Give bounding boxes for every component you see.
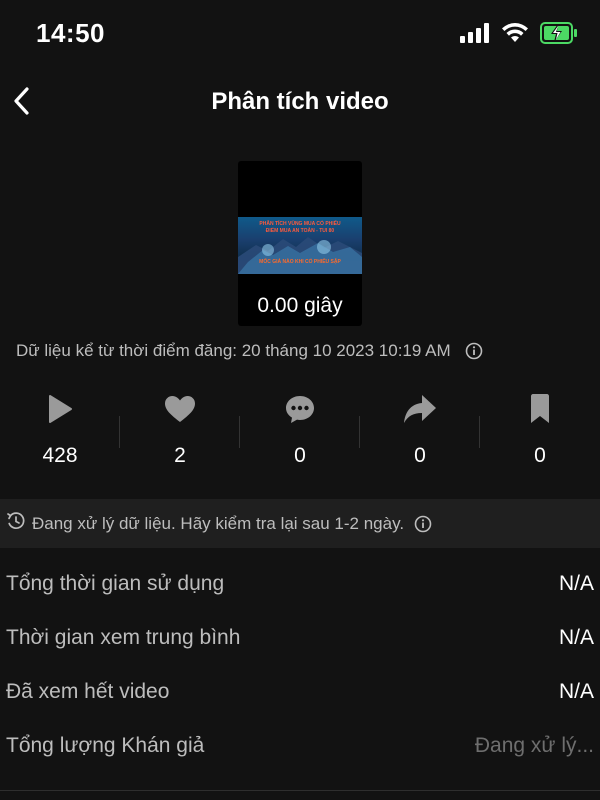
stat-value: 0 — [534, 444, 546, 467]
divider — [0, 790, 600, 791]
video-thumbnail[interactable]: PHÂN TÍCH VÙNG MUA CỔ PHIẾU ĐIỂM MUA AN … — [238, 161, 362, 326]
status-icons — [460, 22, 578, 49]
metric-label: Đã xem hết video — [6, 680, 170, 703]
comment-icon — [284, 392, 316, 426]
metric-value: N/A — [558, 626, 594, 649]
battery-charging-icon — [540, 22, 578, 49]
header: Phân tích video — [0, 70, 600, 136]
metric-value: N/A — [558, 572, 594, 595]
stat-comments: 0 — [240, 392, 360, 472]
wifi-icon — [502, 23, 528, 48]
stat-value: 428 — [42, 444, 78, 467]
thumbnail-caption-line: MỐC GIÁ NÀO KHI CỔ PHIẾU SẬP — [259, 259, 341, 265]
metric-total-watch-time: Tổng thời gian sử dụng N/A — [0, 560, 600, 614]
info-icon[interactable] — [465, 342, 483, 360]
status-time: 14:50 — [36, 18, 105, 48]
thumbnail-caption-line: ĐIỂM MUA AN TOÀN - TUI 80 — [265, 228, 335, 234]
metric-label: Tổng thời gian sử dụng — [6, 572, 225, 595]
clock-refresh-icon — [6, 511, 26, 536]
metric-value: N/A — [558, 680, 594, 703]
notice-text: Đang xử lý dữ liệu. Hãy kiểm tra lại sau… — [32, 513, 405, 533]
play-icon — [46, 392, 74, 426]
page-title: Phân tích video — [211, 88, 389, 115]
metric-value: Đang xử lý... — [474, 734, 594, 757]
heart-icon — [163, 392, 197, 426]
processing-notice: Đang xử lý dữ liệu. Hãy kiểm tra lại sau… — [0, 499, 600, 548]
stat-likes: 2 — [120, 392, 240, 472]
signal-icon — [460, 23, 490, 48]
metric-average-watch-time: Thời gian xem trung bình N/A — [0, 614, 600, 668]
status-bar: 14:50 — [0, 0, 600, 70]
metric-watched-full-video: Đã xem hết video N/A — [0, 668, 600, 722]
engagement-stats: 428 2 0 0 0 — [0, 392, 600, 472]
thumbnail-image: PHÂN TÍCH VÙNG MUA CỔ PHIẾU ĐIỂM MUA AN … — [238, 217, 362, 274]
stat-value: 2 — [174, 444, 186, 467]
metric-label: Tổng lượng Khán giả — [6, 734, 205, 757]
thumbnail-caption-line: PHÂN TÍCH VÙNG MUA CỔ PHIẾU — [259, 221, 341, 227]
stat-value: 0 — [414, 444, 426, 467]
data-since-text: Dữ liệu kể từ thời điểm đăng: 20 tháng 1… — [16, 341, 451, 360]
share-icon — [402, 392, 438, 426]
video-duration: 0.00 giây — [257, 294, 343, 317]
data-since-row: Dữ liệu kể từ thời điểm đăng: 20 tháng 1… — [16, 341, 483, 361]
metrics-list: Tổng thời gian sử dụng N/A Thời gian xem… — [0, 560, 600, 776]
metric-label: Thời gian xem trung bình — [6, 626, 241, 649]
stat-plays: 428 — [0, 392, 120, 472]
bookmark-icon — [528, 392, 552, 426]
metric-total-audience: Tổng lượng Khán giả Đang xử lý... — [0, 722, 600, 776]
info-icon[interactable] — [414, 515, 432, 533]
stat-value: 0 — [294, 444, 306, 467]
stat-saves: 0 — [480, 392, 600, 472]
video-analytics-screen: 14:50 Phân tích video PHÂN TÍCH VÙNG MUA… — [0, 0, 600, 800]
stat-shares: 0 — [360, 392, 480, 472]
